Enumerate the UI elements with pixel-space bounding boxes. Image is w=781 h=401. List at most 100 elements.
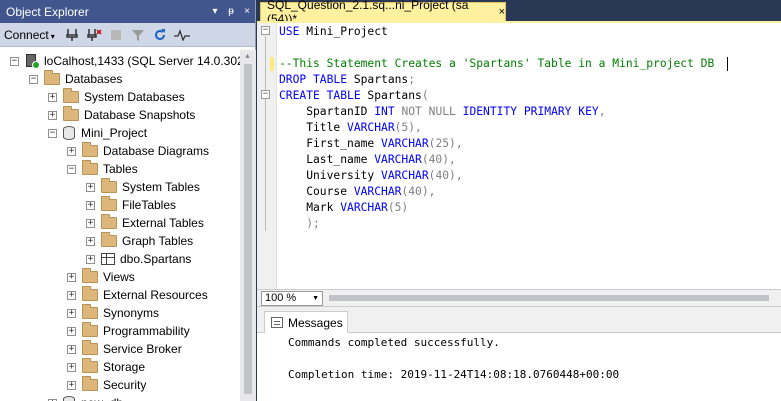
expand-icon[interactable]: +	[67, 146, 76, 156]
fold-toggle-icon[interactable]: −	[261, 26, 270, 35]
collapse-icon[interactable]: −	[67, 164, 76, 174]
folder-icon	[101, 214, 117, 229]
code-token: (25),	[428, 137, 463, 150]
code-token: University	[279, 169, 382, 182]
folder-icon	[63, 88, 79, 103]
code-token: Mini_Project	[306, 25, 388, 38]
code-line: USE Mini_Project	[279, 24, 388, 40]
chevron-down-icon: ▼	[312, 295, 319, 302]
tree-node[interactable]: +new_db	[48, 394, 123, 401]
stop-icon[interactable]	[105, 26, 127, 44]
scrollbar-thumb[interactable]	[244, 64, 252, 394]
tree-node[interactable]: + Database Diagrams	[67, 142, 209, 160]
folder-icon	[82, 160, 98, 175]
object-explorer-panel: Object Explorer ▾ ᵽ × Connect ▾ − loCalhos…	[0, 0, 256, 401]
disconnect-icon[interactable]	[83, 26, 105, 44]
tree-node-label: new_db	[81, 396, 123, 401]
tree-node[interactable]: − loCalhost,1433 (SQL Server 14.0.3029	[10, 52, 240, 70]
connect-object-explorer-icon[interactable]	[61, 26, 83, 44]
collapse-icon[interactable]: −	[10, 56, 19, 66]
tree-node[interactable]: + Security	[67, 376, 146, 394]
code-area[interactable]: USE Mini_Project --This Statement Creates…	[279, 23, 779, 291]
tree-node-label: dbo.Spartans	[120, 252, 192, 266]
scrollbar-thumb[interactable]	[329, 295, 769, 301]
fold-guide	[265, 36, 266, 231]
collapse-icon[interactable]: −	[29, 74, 38, 84]
code-token: VARCHAR	[381, 137, 429, 150]
tree-node[interactable]: + External Resources	[67, 286, 208, 304]
window-position-dropdown-icon[interactable]: ▾	[207, 6, 223, 17]
pin-icon[interactable]: ᵽ	[223, 6, 239, 17]
message-line: Completion time: 2019-11-24T14:08:18.076…	[288, 368, 620, 381]
expand-icon[interactable]: +	[48, 92, 57, 102]
tab-sql-question[interactable]: SQL_Question_2.1.sq...ni_Project (sa (54…	[260, 0, 506, 26]
zoom-level-dropdown[interactable]: 100 % ▼	[261, 291, 323, 306]
folder-icon	[101, 178, 117, 193]
tree-node[interactable]: + Storage	[67, 358, 145, 376]
expand-icon[interactable]: +	[86, 200, 95, 210]
code-token: USE	[279, 25, 307, 38]
tree-node-label: System Databases	[84, 90, 185, 104]
tree-node[interactable]: − Tables	[67, 160, 138, 178]
tree-node-label: FileTables	[122, 198, 177, 212]
activity-monitor-icon[interactable]	[171, 26, 193, 44]
folder-icon	[82, 340, 98, 355]
code-line: First_name VARCHAR(25),	[279, 136, 463, 152]
code-token: NOT NULL	[401, 105, 463, 118]
tree-node[interactable]: + External Tables	[86, 214, 204, 232]
connect-button[interactable]: Connect ▾	[4, 28, 55, 42]
messages-output: Commands completed successfully. Completi…	[288, 335, 619, 383]
tree-node[interactable]: + FileTables	[86, 196, 176, 214]
tree-node[interactable]: + System Tables	[86, 178, 200, 196]
close-icon[interactable]: ×	[239, 6, 255, 17]
expand-icon[interactable]: +	[86, 236, 95, 246]
expand-icon[interactable]: +	[67, 326, 76, 336]
object-explorer-tree: − loCalhost,1433 (SQL Server 14.0.3029− Da…	[0, 50, 240, 401]
scroll-up-icon[interactable]: ▲	[244, 53, 251, 60]
tree-node[interactable]: − Databases	[29, 70, 122, 88]
editor-gutter	[257, 23, 277, 291]
folder-icon	[82, 142, 98, 157]
tree-node[interactable]: + Synonyms	[67, 304, 159, 322]
fold-toggle-icon[interactable]: −	[261, 90, 270, 99]
tree-node[interactable]: + Graph Tables	[86, 232, 193, 250]
expand-icon[interactable]: +	[86, 218, 95, 228]
code-token: VARCHAR	[374, 153, 422, 166]
tree-node[interactable]: + dbo.Spartans	[86, 250, 191, 268]
filter-icon[interactable]	[127, 26, 149, 44]
expand-icon[interactable]: +	[67, 290, 76, 300]
expand-icon[interactable]: +	[86, 254, 95, 264]
object-explorer-vertical-scrollbar[interactable]: ▲	[240, 50, 256, 401]
code-token: ;	[408, 73, 416, 86]
tree-node[interactable]: − Mini_Project	[48, 124, 147, 142]
query-editor[interactable]: − − USE Mini_Project --This Statement Cre…	[257, 21, 781, 291]
results-pane: Messages Commands completed successfully…	[257, 307, 781, 401]
server-icon	[25, 54, 40, 69]
code-line: University VARCHAR(40),	[279, 168, 462, 184]
database-icon	[63, 396, 75, 401]
expand-icon[interactable]: +	[86, 182, 95, 192]
expand-icon[interactable]: +	[67, 380, 76, 390]
collapse-icon[interactable]: −	[48, 128, 57, 138]
editor-status-strip: 100 % ▼	[257, 289, 781, 307]
document-tab-strip: SQL_Question_2.1.sq...ni_Project (sa (54…	[257, 0, 781, 26]
tree-node[interactable]: + Service Broker	[67, 340, 182, 358]
expand-icon[interactable]: +	[67, 308, 76, 318]
tree-node[interactable]: + Views	[67, 268, 135, 286]
tree-node[interactable]: + System Databases	[48, 88, 185, 106]
message-line	[288, 351, 619, 367]
expand-icon[interactable]: +	[67, 344, 76, 354]
code-token: IDENTITY PRIMARY KEY	[462, 105, 599, 118]
refresh-icon[interactable]	[149, 26, 171, 44]
editor-horizontal-scrollbar[interactable]	[327, 293, 777, 303]
tree-node-label: loCalhost,1433 (SQL Server 14.0.3029	[44, 54, 240, 68]
expand-icon[interactable]: +	[67, 272, 76, 282]
tab-messages[interactable]: Messages	[264, 311, 348, 333]
folder-icon	[82, 304, 98, 319]
tree-node[interactable]: + Programmability	[67, 322, 190, 340]
tree-node[interactable]: + Database Snapshots	[48, 106, 195, 124]
expand-icon[interactable]: +	[48, 110, 57, 120]
close-tab-icon[interactable]: ×	[499, 6, 505, 18]
expand-icon[interactable]: +	[67, 362, 76, 372]
folder-icon	[63, 106, 79, 121]
